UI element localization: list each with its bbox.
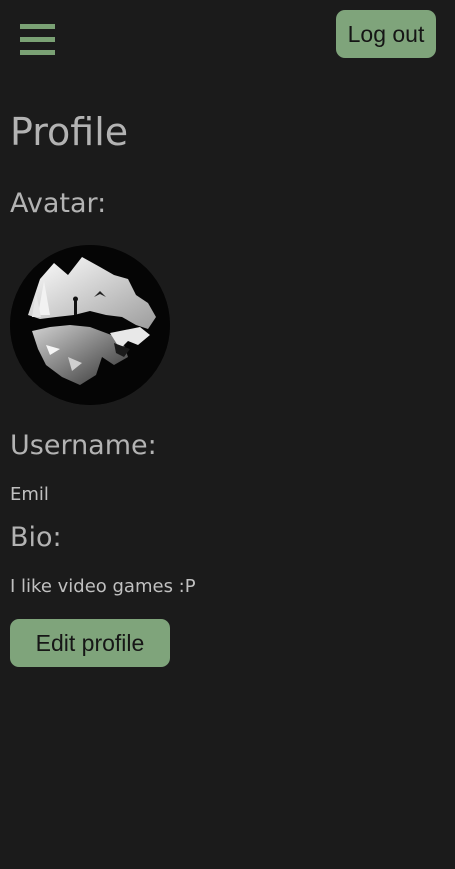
menu-line bbox=[20, 50, 55, 55]
bio-value: I like video games :P bbox=[10, 576, 196, 597]
page-title: Profile bbox=[10, 110, 129, 154]
hamburger-menu-icon[interactable] bbox=[20, 24, 55, 55]
bio-heading: Bio: bbox=[10, 522, 62, 553]
profile-content: Profile Avatar: Username: Emil Bio: I li… bbox=[10, 110, 445, 667]
avatar bbox=[10, 245, 170, 405]
menu-line bbox=[20, 37, 55, 42]
menu-line bbox=[20, 24, 55, 29]
avatar-heading: Avatar: bbox=[10, 188, 107, 219]
username-value: Emil bbox=[10, 484, 49, 505]
wolf-avatar-image bbox=[10, 245, 170, 405]
username-heading: Username: bbox=[10, 430, 157, 461]
profile-page: Log out Profile Avatar: Username: Emil B… bbox=[0, 0, 455, 869]
logout-button[interactable]: Log out bbox=[336, 10, 436, 58]
edit-profile-button[interactable]: Edit profile bbox=[10, 619, 170, 667]
